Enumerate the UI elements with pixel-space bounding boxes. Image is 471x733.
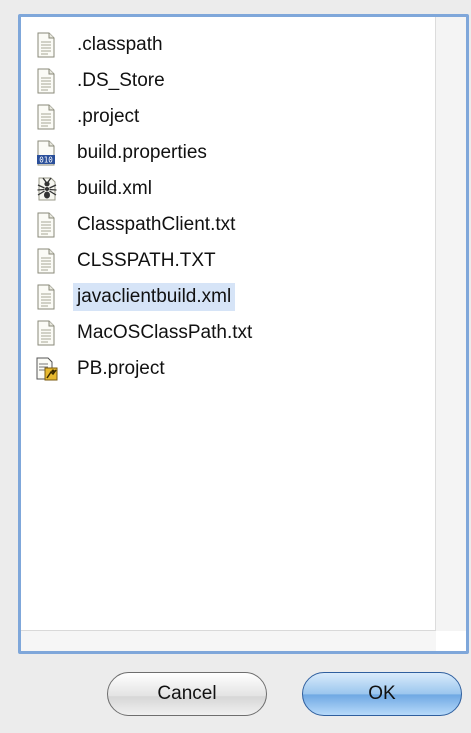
file-row-pb-project[interactable]: PB.project xyxy=(21,351,436,387)
text-file-icon xyxy=(35,68,57,94)
file-name: build.properties xyxy=(77,142,207,163)
file-row-javaclientbuild-xml[interactable]: javaclientbuild.xml xyxy=(21,279,436,315)
file-list[interactable]: .classpath .DS_Store .project 010 build.… xyxy=(18,14,469,654)
file-name: .project xyxy=(77,106,140,127)
file-row-macosclasspath-txt[interactable]: MacOSClassPath.txt xyxy=(21,315,436,351)
project-builder-file-icon xyxy=(35,356,58,382)
file-name: MacOSClassPath.txt xyxy=(77,322,253,343)
file-row-ds-store[interactable]: .DS_Store xyxy=(21,63,436,99)
scroll-corner xyxy=(436,631,466,651)
file-name: PB.project xyxy=(77,358,165,379)
file-name: build.xml xyxy=(77,178,152,199)
cancel-button[interactable]: Cancel xyxy=(107,672,267,716)
file-name: .classpath xyxy=(77,34,163,55)
ok-button[interactable]: OK xyxy=(302,672,462,716)
file-row-classpath[interactable]: .classpath xyxy=(21,27,436,63)
file-name: CLSSPATH.TXT xyxy=(77,250,216,271)
text-file-icon xyxy=(35,212,57,238)
file-name: .DS_Store xyxy=(77,70,165,91)
file-row-build-properties[interactable]: 010 build.properties xyxy=(21,135,436,171)
file-row-clsspath-txt[interactable]: CLSSPATH.TXT xyxy=(21,243,436,279)
file-row-build-xml[interactable]: build.xml xyxy=(21,171,436,207)
file-name: ClasspathClient.txt xyxy=(77,214,236,235)
button-bar: Cancel OK xyxy=(0,672,471,722)
file-name: javaclientbuild.xml xyxy=(73,283,236,311)
svg-text:010: 010 xyxy=(39,156,53,165)
text-file-icon xyxy=(35,32,57,58)
ant-build-file-icon xyxy=(35,176,57,202)
file-chooser-dialog: .classpath .DS_Store .project 010 build.… xyxy=(0,0,471,733)
file-row-project[interactable]: .project xyxy=(21,99,436,135)
text-file-icon xyxy=(35,104,57,130)
file-row-classpathclient-txt[interactable]: ClasspathClient.txt xyxy=(21,207,436,243)
text-file-icon xyxy=(35,320,57,346)
horizontal-scrollbar[interactable] xyxy=(21,630,436,651)
text-file-icon xyxy=(35,284,57,310)
vertical-scrollbar[interactable] xyxy=(435,17,466,631)
binary-file-icon: 010 xyxy=(35,140,57,166)
file-list-rows: .classpath .DS_Store .project 010 build.… xyxy=(21,17,436,631)
text-file-icon xyxy=(35,248,57,274)
